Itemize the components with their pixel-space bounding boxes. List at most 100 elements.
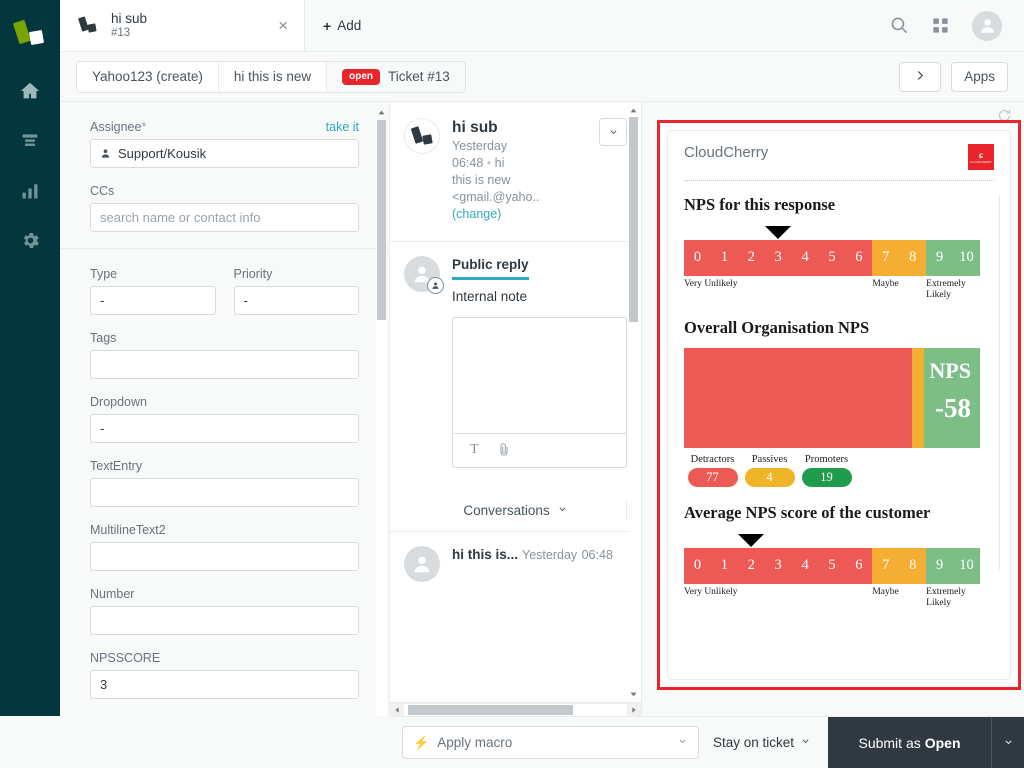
submit-button[interactable]: Submit as Open xyxy=(828,717,991,768)
gear-icon xyxy=(20,230,41,256)
nps-cell-4: 4 xyxy=(792,240,819,274)
channel-badge-icon xyxy=(427,277,444,294)
reply-textarea[interactable] xyxy=(452,317,627,434)
chevron-down-icon xyxy=(800,735,811,750)
field-type: Type - xyxy=(90,267,216,315)
nps-cell-0: 0 xyxy=(684,548,711,582)
previous-comment-title: hi this is... xyxy=(452,547,518,562)
bar-chart-icon xyxy=(20,181,40,206)
priority-label: Priority xyxy=(234,267,273,281)
submit-options-button[interactable] xyxy=(991,717,1024,768)
scroll-down-icon[interactable] xyxy=(628,688,639,700)
legend-value-pill: 77 xyxy=(688,468,738,487)
breadcrumb-item-1[interactable]: hi this is new xyxy=(219,62,327,92)
tags-input[interactable] xyxy=(90,350,359,379)
scroll-up-icon[interactable] xyxy=(628,104,639,116)
ticket-tab-number: #13 xyxy=(111,26,272,40)
nps-segment-detractors xyxy=(684,348,912,448)
nps-cell-7: 7 xyxy=(872,240,899,274)
textentry-input[interactable] xyxy=(90,478,359,507)
breadcrumb-item-ticket[interactable]: open Ticket #13 xyxy=(327,62,465,92)
field-number: Number xyxy=(90,587,359,635)
field-priority: Priority - xyxy=(234,267,360,315)
previous-comment[interactable]: hi this is... Yesterday 06:48 xyxy=(390,532,641,596)
nav-views[interactable] xyxy=(0,118,60,168)
nps-cell-3: 3 xyxy=(765,548,792,582)
type-select[interactable]: - xyxy=(90,286,216,315)
nav-home[interactable] xyxy=(0,68,60,118)
nps-cell-3: 3 xyxy=(765,240,792,274)
multilinetext2-input[interactable] xyxy=(90,542,359,571)
field-ccs: CCs search name or contact info xyxy=(90,184,359,232)
legend-item-detractors: Detractors77 xyxy=(684,454,741,487)
text-format-icon[interactable]: T xyxy=(470,442,479,458)
tab-internal-note[interactable]: Internal note xyxy=(452,289,627,304)
nps-response-chart: 012345678910 Very UnlikelyMaybeExtremely… xyxy=(684,223,994,302)
npsscore-label: NPSSCORE xyxy=(90,651,160,665)
nps-anchor-label: Extremely Likely xyxy=(926,276,980,302)
scrollbar-thumb[interactable] xyxy=(377,120,386,320)
close-icon[interactable]: × xyxy=(272,17,294,34)
nps-average-chart: 012345678910 Very UnlikelyMaybeExtremely… xyxy=(684,531,994,610)
assignee-input[interactable]: Support/Kousik xyxy=(90,139,359,168)
scroll-left-icon[interactable] xyxy=(390,703,404,717)
scroll-up-icon[interactable] xyxy=(376,106,387,118)
ticket-tab[interactable]: hi sub #13 × xyxy=(60,0,305,51)
nps-cell-10: 10 xyxy=(953,240,980,274)
multilinetext2-label: MultilineText2 xyxy=(90,523,166,537)
field-multilinetext2: MultilineText2 xyxy=(90,523,359,571)
stay-on-ticket-label: Stay on ticket xyxy=(713,735,794,750)
assignee-value: Support/Kousik xyxy=(118,146,206,161)
ccs-input[interactable]: search name or contact info xyxy=(90,203,359,232)
user-icon xyxy=(100,148,111,159)
dropdown-select[interactable]: - xyxy=(90,414,359,443)
apply-macro-select[interactable]: ⚡ Apply macro xyxy=(402,726,699,759)
search-icon[interactable] xyxy=(890,16,909,35)
stay-on-ticket-select[interactable]: Stay on ticket xyxy=(713,735,811,750)
conversation-hscrollbar[interactable] xyxy=(390,702,641,716)
ticket-properties-panel: Assignee* take it Support/Kousik CCs sea… xyxy=(60,102,390,768)
nps-score-value: -58 xyxy=(929,393,971,423)
previous-comment-time: 06:48 xyxy=(582,548,613,562)
nps-cell-7: 7 xyxy=(872,548,899,582)
nps-cell-8: 8 xyxy=(899,548,926,582)
hscrollbar-thumb[interactable] xyxy=(408,705,573,715)
nps-cell-5: 5 xyxy=(819,548,846,582)
divider xyxy=(684,180,994,181)
priority-select[interactable]: - xyxy=(234,286,360,315)
take-it-link[interactable]: take it xyxy=(326,120,359,134)
chevron-down-icon xyxy=(677,735,688,750)
tags-label: Tags xyxy=(90,331,116,345)
npsscore-input[interactable]: 3 xyxy=(90,670,359,699)
scrollbar-thumb[interactable] xyxy=(629,117,638,322)
properties-scrollbar[interactable] xyxy=(376,106,387,764)
nav-reporting[interactable] xyxy=(0,168,60,218)
nav-admin[interactable] xyxy=(0,218,60,268)
add-tab-button[interactable]: + Add xyxy=(305,0,379,51)
next-ticket-button[interactable] xyxy=(899,62,941,92)
nps-cell-2: 2 xyxy=(738,240,765,274)
agent-avatar xyxy=(404,256,440,292)
apps-grid-icon[interactable] xyxy=(931,16,950,35)
nps-anchor-label: Extremely Likely xyxy=(926,584,980,610)
conversations-toggle[interactable]: Conversations xyxy=(390,490,641,532)
scroll-right-icon[interactable] xyxy=(627,703,641,717)
submit-prefix: Submit as xyxy=(858,735,920,751)
nps-response-marker xyxy=(765,226,791,239)
legend-value-pill: 19 xyxy=(802,468,852,487)
event-options-button[interactable] xyxy=(599,118,627,146)
apps-button[interactable]: Apps xyxy=(951,62,1008,92)
number-input[interactable] xyxy=(90,606,359,635)
zendesk-agent-window: hi sub #13 × + Add Yahoo123 (create) hi … xyxy=(0,0,1024,768)
chevron-right-icon xyxy=(914,69,927,85)
status-badge: open xyxy=(342,69,380,85)
user-avatar-icon[interactable] xyxy=(972,11,1002,41)
breadcrumb-item-0[interactable]: Yahoo123 (create) xyxy=(77,62,219,92)
nps-score-block: NPS-58 xyxy=(929,358,971,423)
previous-comment-day: Yesterday xyxy=(522,548,577,562)
conversation-scrollbar[interactable] xyxy=(628,104,639,700)
left-nav-rail xyxy=(0,0,60,768)
tab-public-reply[interactable]: Public reply xyxy=(452,257,529,280)
change-requester-link[interactable]: (change) xyxy=(452,207,501,221)
attachment-icon[interactable] xyxy=(497,443,511,457)
